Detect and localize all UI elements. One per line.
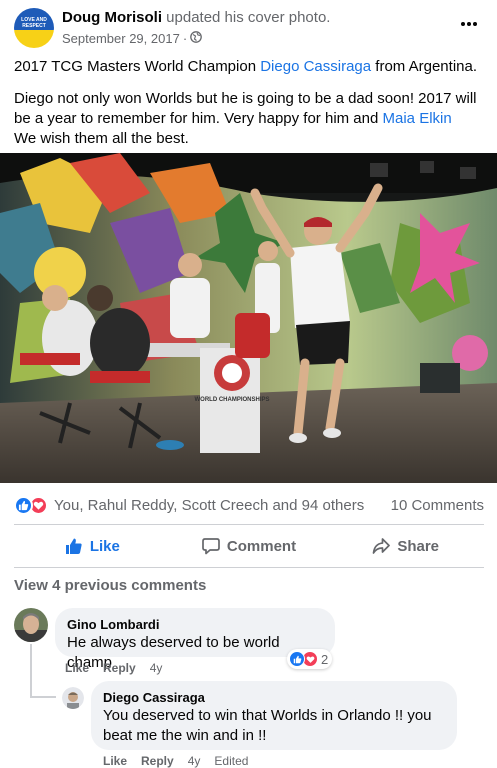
divider [14,567,484,568]
author-name[interactable]: Doug Morisoli [62,9,162,26]
more-options-button[interactable] [455,10,483,38]
post-body: 2017 TCG Masters World Champion Diego Ca… [14,57,484,161]
reply-edited: Edited [214,754,249,768]
reply-like-link[interactable]: Like [103,754,127,768]
comment-label: Comment [226,537,297,555]
like-reaction-icon [289,651,305,667]
reply-time[interactable]: 4y [188,754,201,768]
post-paragraph-2: Diego not only won Worlds but he is goin… [14,90,477,147]
thumbs-up-icon [65,538,82,554]
mention-maia[interactable]: Maia Elkin [383,110,452,127]
like-reaction-icon [14,495,33,515]
author-avatar[interactable]: LOVE AND RESPECT [14,8,54,48]
cover-photo[interactable]: WORLD CHAMPIONSHIPS [0,153,497,483]
comments-count[interactable]: 10 Comments [391,497,484,514]
thread-line [30,644,32,698]
reaction-icons[interactable] [14,495,48,515]
reaction-stats: You, Rahul Reddy, Scott Creech and 94 ot… [14,494,484,516]
thread-connector [30,696,56,698]
commenter-avatar[interactable] [14,608,48,642]
svg-text:RESPECT: RESPECT [22,23,46,29]
post-paragraph-1: 2017 TCG Masters World Champion Diego Ca… [14,58,477,75]
post-author-line: Doug Morisoli updated his cover photo. [62,9,330,26]
like-label: Like [89,537,120,555]
share-icon [372,538,391,554]
post-action-text: updated his cover photo. [166,9,331,26]
reply-avatar[interactable] [62,687,84,709]
post-header: LOVE AND RESPECT Doug Morisoli updated h… [0,0,497,56]
comment-button[interactable]: Comment [171,526,328,566]
meta-separator: · [182,31,188,46]
comment-time[interactable]: 4y [150,661,163,675]
comment-icon [202,538,220,555]
share-label: Share [397,537,440,555]
globe-icon [190,31,203,46]
comment-reaction-count: 2 [321,651,329,667]
reactors-summary[interactable]: You, Rahul Reddy, Scott Creech and 94 ot… [54,497,364,514]
more-horizontal-icon [461,22,477,26]
stage-sign-text: WORLD CHAMPIONSHIPS [195,397,270,403]
like-button[interactable]: Like [14,526,171,566]
post-actions: Like Comment Share [14,526,484,566]
view-previous-comments[interactable]: View 4 previous comments [14,577,206,594]
reply-actions: Like Reply 4y Edited [103,754,248,768]
post-date[interactable]: September 29, 2017 [62,31,180,46]
comment-actions: Like Reply 4y [65,661,162,675]
reply-text: You deserved to win that Worlds in Orlan… [103,707,432,744]
post-meta: September 29, 2017 · [62,31,203,46]
reply-reply-link[interactable]: Reply [141,754,174,768]
commenter-name[interactable]: Gino Lombardi [67,616,323,633]
reply-author-name[interactable]: Diego Cassiraga [103,689,445,706]
comment-reactions[interactable]: 2 [287,649,333,669]
divider [14,524,484,525]
mention-diego[interactable]: Diego Cassiraga [260,58,371,75]
share-button[interactable]: Share [327,526,484,566]
reply-bubble: Diego Cassiraga You deserved to win that… [91,681,457,750]
comment-reply-link[interactable]: Reply [103,661,136,675]
comment-like-link[interactable]: Like [65,661,89,675]
